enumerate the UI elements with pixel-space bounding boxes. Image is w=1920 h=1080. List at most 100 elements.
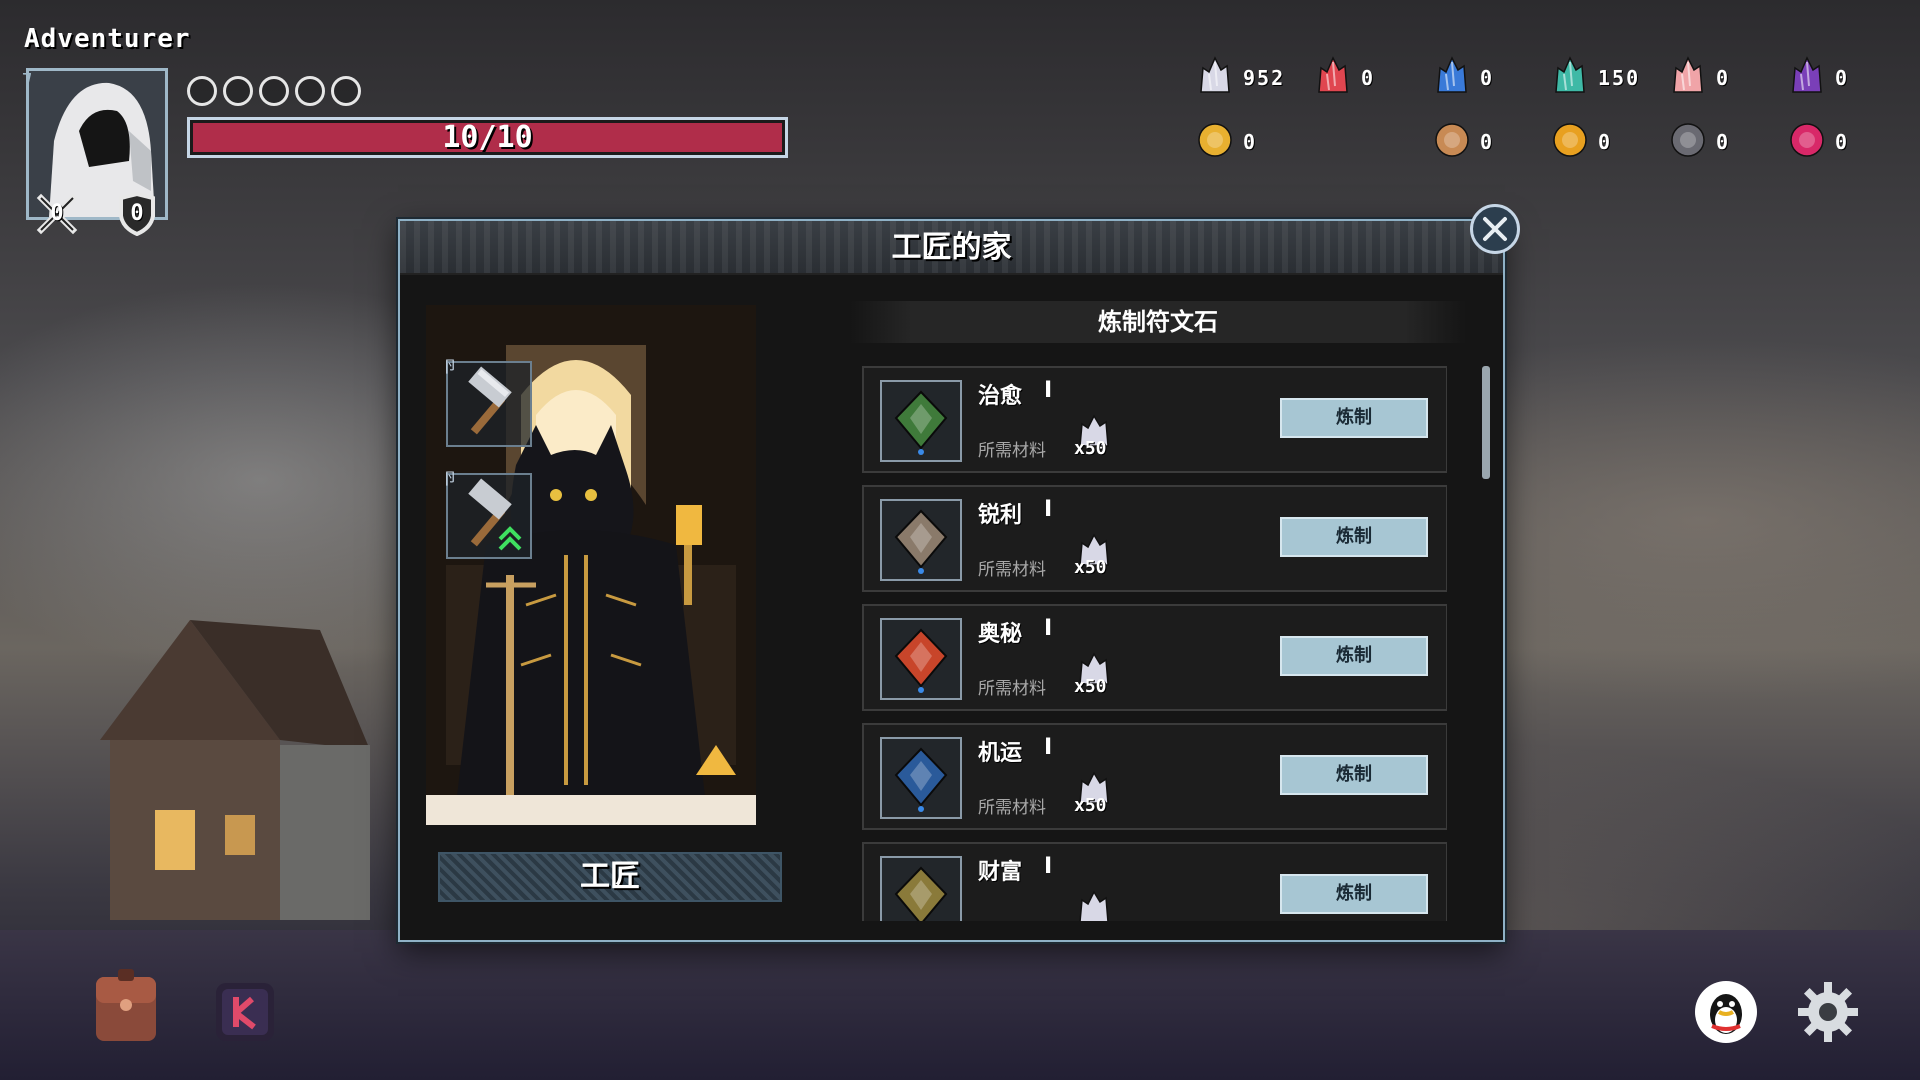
recipe-quantity: x50 bbox=[1074, 557, 1107, 578]
dark-ore-icon bbox=[1668, 120, 1708, 164]
resource-count: 0 bbox=[1835, 130, 1850, 154]
orb-slot bbox=[331, 76, 361, 106]
craft-button[interactable]: 炼制 bbox=[1280, 636, 1428, 676]
recipe-list-scrollbar[interactable] bbox=[1482, 366, 1490, 479]
recipe-level: I bbox=[1044, 616, 1053, 641]
tool-slot-index: 卪 bbox=[442, 357, 459, 376]
healing-rune-icon bbox=[880, 380, 962, 462]
backpack-button[interactable] bbox=[90, 965, 162, 1049]
section-title: 炼制符文石 bbox=[850, 301, 1466, 343]
resource-count: 952 bbox=[1243, 66, 1286, 90]
pink-crystal-icon bbox=[1668, 56, 1708, 100]
recipe-quantity: x50 bbox=[1074, 438, 1107, 459]
resource-count: 0 bbox=[1835, 66, 1850, 90]
recipe-name: 治愈 bbox=[978, 384, 1023, 409]
recipe-required-materials-label: 所需材料 bbox=[978, 441, 1046, 461]
resource-count: 0 bbox=[1243, 130, 1258, 154]
star-orb-icon bbox=[1787, 120, 1827, 164]
teal-crystal-icon bbox=[1550, 56, 1590, 100]
portrait-corner-mark: ⁊ bbox=[22, 65, 32, 89]
resource-gold-nugget: 0 bbox=[1195, 120, 1257, 164]
dialog-title: 工匠的家 bbox=[891, 230, 1012, 265]
orb-slot bbox=[187, 76, 217, 106]
defense-value: 0 bbox=[130, 201, 144, 226]
resource-gold-coin: 0 bbox=[1550, 120, 1612, 164]
settings-button[interactable] bbox=[1796, 980, 1860, 1048]
wealth-rune-icon bbox=[880, 856, 962, 921]
recipe-item: 机运 I 所需材料 x50 炼制 bbox=[862, 723, 1447, 830]
resource-purple-crystal: 0 bbox=[1787, 56, 1849, 100]
defense-badge: 0 bbox=[115, 191, 159, 237]
craft-button[interactable]: 炼制 bbox=[1280, 517, 1428, 557]
background-house bbox=[100, 620, 370, 920]
purple-crystal-icon bbox=[1787, 56, 1827, 100]
health-bar: 10/10 bbox=[187, 117, 788, 158]
scroll-rune-icon bbox=[1432, 120, 1472, 164]
resource-count: 0 bbox=[1598, 130, 1613, 154]
recipe-required-materials-label: 所需材料 bbox=[978, 679, 1046, 699]
qq-button[interactable] bbox=[1694, 980, 1758, 1048]
recipe-item: 治愈 I 所需材料 x50 炼制 bbox=[862, 366, 1447, 473]
recipe-item: 财富 I 炼制 bbox=[862, 842, 1447, 921]
attack-value: 0 bbox=[50, 201, 64, 226]
recipe-required-materials-label: 所需材料 bbox=[978, 560, 1046, 580]
resource-teal-crystal: 150 bbox=[1550, 56, 1640, 100]
red-crystal-icon bbox=[1313, 56, 1353, 100]
background-ground bbox=[0, 930, 1920, 1080]
recipe-level: I bbox=[1044, 378, 1053, 403]
attack-badge: 0 bbox=[35, 192, 79, 236]
blue-crystal-icon bbox=[1432, 56, 1472, 100]
npc-name-label: 工匠 bbox=[438, 852, 782, 902]
recipe-level: I bbox=[1044, 735, 1053, 760]
craft-button[interactable]: 炼制 bbox=[1280, 755, 1428, 795]
sharp-rune-icon bbox=[880, 499, 962, 581]
resource-count: 0 bbox=[1480, 66, 1495, 90]
rune-book-button[interactable] bbox=[210, 975, 282, 1051]
resource-count: 0 bbox=[1361, 66, 1376, 90]
recipe-quantity: x50 bbox=[1074, 676, 1107, 697]
backpack-icon bbox=[96, 969, 156, 1041]
close-icon bbox=[1483, 217, 1507, 241]
recipe-level: I bbox=[1044, 854, 1053, 879]
recipe-name: 机运 bbox=[978, 741, 1023, 766]
gold-nugget-icon bbox=[1195, 120, 1235, 164]
resource-scroll-rune: 0 bbox=[1432, 120, 1494, 164]
resource-pink-crystal: 0 bbox=[1668, 56, 1730, 100]
resource-count: 0 bbox=[1716, 130, 1731, 154]
fortune-rune-icon bbox=[880, 737, 962, 819]
player-name: Adventurer bbox=[24, 24, 191, 54]
recipe-list[interactable]: 治愈 I 所需材料 x50 炼制 锐利 I 所需材料 x50 炼制 奥秘 I 所需材料 x50 炼制 机运 I 所… bbox=[862, 366, 1447, 921]
resource-count: 0 bbox=[1716, 66, 1731, 90]
recipe-name: 财富 bbox=[978, 860, 1023, 885]
resource-white-crystal: 952 bbox=[1195, 56, 1285, 100]
gear-icon bbox=[1798, 982, 1858, 1042]
resource-red-crystal: 0 bbox=[1313, 56, 1375, 100]
orb-slot bbox=[295, 76, 325, 106]
craft-button[interactable]: 炼制 bbox=[1280, 874, 1428, 914]
dialog-header: 工匠的家 bbox=[400, 221, 1503, 275]
recipe-name: 奥秘 bbox=[978, 622, 1023, 647]
resource-blue-crystal: 0 bbox=[1432, 56, 1494, 100]
orb-slot bbox=[223, 76, 253, 106]
orb-slot bbox=[259, 76, 289, 106]
white-crystal-icon bbox=[1074, 890, 1114, 921]
recipe-level: I bbox=[1044, 497, 1053, 522]
resource-star-orb: 0 bbox=[1787, 120, 1849, 164]
recipe-item: 奥秘 I 所需材料 x50 炼制 bbox=[862, 604, 1447, 711]
resource-count: 150 bbox=[1598, 66, 1641, 90]
craft-button[interactable]: 炼制 bbox=[1280, 398, 1428, 438]
resource-dark-ore: 0 bbox=[1668, 120, 1730, 164]
close-button[interactable] bbox=[1470, 204, 1520, 254]
arcane-rune-icon bbox=[880, 618, 962, 700]
rune-book-icon bbox=[216, 983, 274, 1041]
craftsman-house-dialog: 工匠的家 卪 卪 工匠 炼制符文石 治愈 I 所需材料 x50 炼制 锐利 I … bbox=[398, 219, 1505, 942]
qq-penguin-icon bbox=[1695, 981, 1757, 1043]
recipe-name: 锐利 bbox=[978, 503, 1023, 528]
recipe-item: 锐利 I 所需材料 x50 炼制 bbox=[862, 485, 1447, 592]
tool-slot-index: 卪 bbox=[442, 469, 459, 488]
recipe-required-materials-label: 所需材料 bbox=[978, 798, 1046, 818]
recipe-quantity: x50 bbox=[1074, 795, 1107, 816]
orb-slots bbox=[187, 76, 361, 106]
white-crystal-icon bbox=[1195, 56, 1235, 100]
gold-coin-icon bbox=[1550, 120, 1590, 164]
